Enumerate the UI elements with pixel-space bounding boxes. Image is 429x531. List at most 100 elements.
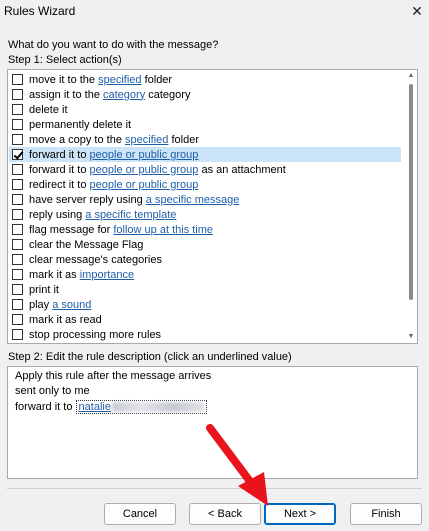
action-label: print it — [29, 284, 59, 296]
action-label: forward it to people or public group — [29, 149, 198, 161]
action-text: play — [29, 298, 53, 311]
action-row[interactable]: stop processing more rules — [9, 327, 401, 342]
description-line: sent only to me — [15, 385, 90, 397]
recipient-link[interactable]: natalie — [75, 400, 207, 414]
description-line: Apply this rule after the message arrive… — [15, 370, 212, 382]
action-label: play a sound — [29, 299, 91, 311]
action-checkbox[interactable] — [12, 179, 23, 190]
action-link[interactable]: specified — [125, 134, 168, 146]
action-text: print it — [29, 283, 59, 296]
action-link[interactable]: a sound — [52, 299, 91, 311]
action-label: have server reply using a specific messa… — [29, 194, 239, 206]
action-row[interactable]: play a sound — [9, 297, 401, 312]
forward-prefix: forward it to — [15, 401, 76, 413]
scroll-down-icon[interactable]: ▼ — [407, 333, 415, 341]
action-row[interactable]: delete it — [9, 102, 401, 117]
action-checkbox[interactable] — [12, 134, 23, 145]
action-checkbox[interactable] — [12, 149, 23, 160]
action-row[interactable]: clear the Message Flag — [9, 237, 401, 252]
action-checkbox[interactable] — [12, 194, 23, 205]
action-link[interactable]: people or public group — [90, 149, 199, 161]
action-text: category — [145, 88, 191, 101]
action-link[interactable]: importance — [80, 269, 134, 281]
action-text: move it to the — [29, 73, 99, 86]
action-label: delete it — [29, 104, 68, 116]
action-text: flag message for — [29, 223, 114, 236]
action-text: have server reply using — [29, 193, 146, 206]
scroll-up-icon[interactable]: ▲ — [407, 72, 415, 80]
action-label: flag message for follow up at this time — [29, 224, 213, 236]
action-checkbox[interactable] — [12, 209, 23, 220]
question-label: What do you want to do with the message? — [8, 39, 219, 51]
action-row[interactable]: mark it as read — [9, 312, 401, 327]
action-text: forward it to — [29, 163, 90, 176]
step2-label: Step 2: Edit the rule description (click… — [8, 351, 292, 363]
action-checkbox[interactable] — [12, 329, 23, 340]
finish-button[interactable]: Finish — [350, 503, 422, 525]
action-link[interactable]: people or public group — [90, 164, 199, 176]
action-checkbox[interactable] — [12, 74, 23, 85]
action-row[interactable]: redirect it to people or public group — [9, 177, 401, 192]
step1-label: Step 1: Select action(s) — [8, 54, 122, 66]
action-row[interactable]: move it to the specified folder — [9, 72, 401, 87]
action-row[interactable]: reply using a specific template — [9, 207, 401, 222]
action-text: clear message's categories — [29, 253, 162, 266]
action-row[interactable]: move a copy to the specified folder — [9, 132, 401, 147]
action-text: reply using — [29, 208, 86, 221]
action-link[interactable]: people or public group — [90, 179, 199, 191]
action-link[interactable]: follow up at this time — [113, 224, 213, 236]
action-row[interactable]: assign it to the category category — [9, 87, 401, 102]
title-bar: Rules Wizard ✕ — [0, 0, 429, 24]
action-link[interactable]: specified — [98, 74, 141, 86]
action-label: move it to the specified folder — [29, 74, 172, 86]
red-arrow-annotation — [206, 424, 268, 506]
action-text: assign it to the — [29, 88, 103, 101]
scrollbar-thumb[interactable] — [409, 84, 413, 300]
action-row[interactable]: forward it to people or public group as … — [9, 162, 401, 177]
action-row[interactable]: forward it to people or public group — [9, 147, 401, 162]
action-label: stop processing more rules — [29, 329, 161, 341]
action-row[interactable]: have server reply using a specific messa… — [9, 192, 401, 207]
action-text: folder — [168, 133, 199, 146]
action-text: as an attachment — [198, 163, 286, 176]
action-label: mark it as read — [29, 314, 102, 326]
action-label: forward it to people or public group as … — [29, 164, 286, 176]
action-checkbox[interactable] — [12, 269, 23, 280]
action-checkbox[interactable] — [12, 254, 23, 265]
description-line-forward: forward it to natalie — [15, 400, 207, 414]
action-link[interactable]: a specific template — [85, 209, 176, 221]
action-checkbox[interactable] — [12, 239, 23, 250]
cancel-button[interactable]: Cancel — [104, 503, 176, 525]
action-checkbox[interactable] — [12, 119, 23, 130]
action-label: move a copy to the specified folder — [29, 134, 199, 146]
action-checkbox[interactable] — [12, 89, 23, 100]
action-link[interactable]: category — [103, 89, 145, 101]
actions-list[interactable]: ▲ ▼ move it to the specified folder assig… — [7, 69, 418, 344]
action-row[interactable]: print it — [9, 282, 401, 297]
action-checkbox[interactable] — [12, 224, 23, 235]
action-text: redirect it to — [29, 178, 90, 191]
action-row[interactable]: flag message for follow up at this time — [9, 222, 401, 237]
action-link[interactable]: a specific message — [146, 194, 240, 206]
action-text: clear the Message Flag — [29, 238, 144, 251]
action-text: permanently delete it — [29, 118, 132, 131]
action-row[interactable]: mark it as importance — [9, 267, 401, 282]
action-row[interactable]: clear message's categories — [9, 252, 401, 267]
action-text: delete it — [29, 103, 68, 116]
action-label: mark it as importance — [29, 269, 134, 281]
action-checkbox[interactable] — [12, 284, 23, 295]
action-label: assign it to the category category — [29, 89, 190, 101]
action-checkbox[interactable] — [12, 104, 23, 115]
action-text: stop processing more rules — [29, 328, 162, 341]
action-checkbox[interactable] — [12, 314, 23, 325]
action-label: redirect it to people or public group — [29, 179, 198, 191]
action-row[interactable]: permanently delete it — [9, 117, 401, 132]
action-label: clear the Message Flag — [29, 239, 143, 251]
action-text: move a copy to the — [29, 133, 125, 146]
action-checkbox[interactable] — [12, 299, 23, 310]
action-text: mark it as read — [29, 313, 102, 326]
window-title: Rules Wizard — [4, 4, 76, 18]
close-icon[interactable]: ✕ — [405, 0, 429, 22]
action-label: permanently delete it — [29, 119, 131, 131]
action-checkbox[interactable] — [12, 164, 23, 175]
